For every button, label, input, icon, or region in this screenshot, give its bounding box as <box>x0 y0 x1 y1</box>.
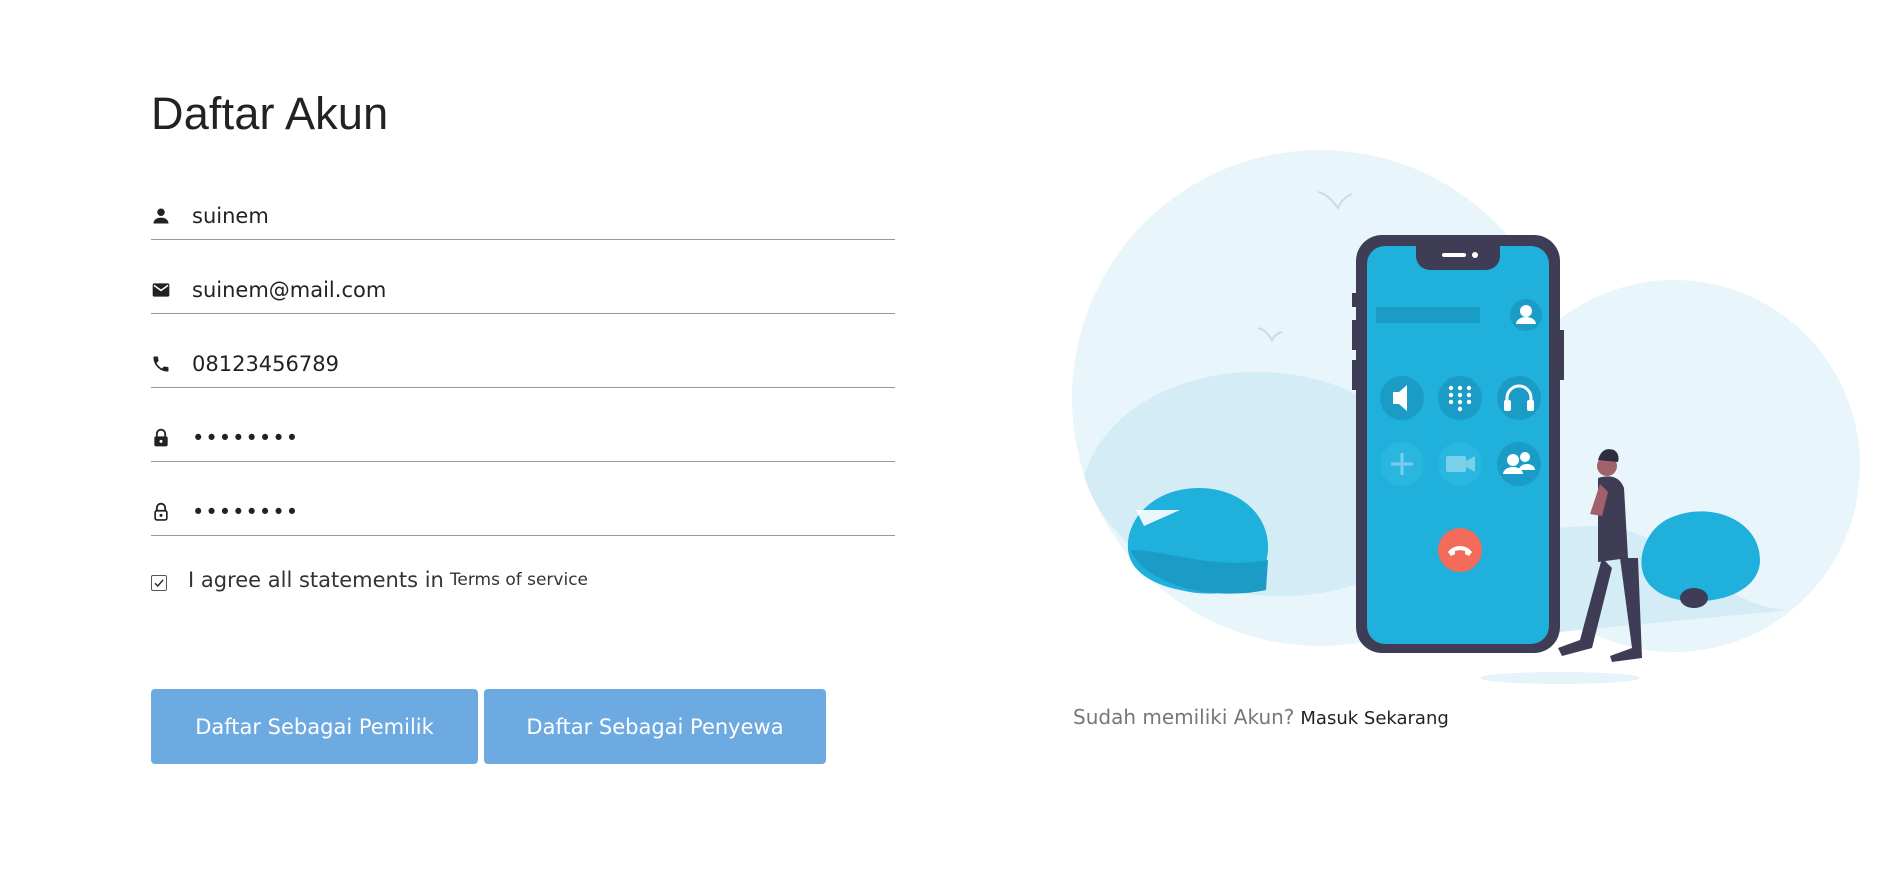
keypad-icon <box>1438 376 1482 420</box>
login-prompt-text: Sudah memiliki Akun? <box>1073 705 1295 729</box>
person-icon <box>151 206 171 226</box>
phone-side-button <box>1560 330 1564 380</box>
lock-open-icon <box>151 502 171 522</box>
headphones-icon <box>1497 376 1541 420</box>
ground-shadow <box>1480 672 1640 684</box>
phone-field-row <box>151 340 895 388</box>
login-prompt: Sudah memiliki Akun? Masuk Sekarang <box>1073 705 1449 729</box>
password-field-row <box>151 414 895 462</box>
confirm-password-input[interactable] <box>192 491 895 532</box>
agree-row: I agree all statements in Terms of servi… <box>151 568 588 592</box>
phone-call-illustration <box>1072 150 1860 684</box>
name-field-row <box>151 192 895 240</box>
email-field-row <box>151 266 895 314</box>
phone-side-button <box>1352 360 1356 390</box>
lock-icon <box>151 428 171 448</box>
mail-icon <box>151 280 171 300</box>
agree-checkbox[interactable] <box>151 575 167 591</box>
register-form: Daftar Akun I agree all statem <box>151 0 895 876</box>
phone-input[interactable] <box>192 343 895 384</box>
email-input[interactable] <box>192 269 895 310</box>
phone-side-button <box>1352 320 1356 350</box>
phone-icon <box>151 354 171 374</box>
terms-of-service-link[interactable]: Terms of service <box>450 570 588 590</box>
confirm-password-field-row <box>151 488 895 536</box>
caller-name-bar <box>1376 307 1480 323</box>
phone-notch <box>1416 246 1500 270</box>
agree-label: I agree all statements in <box>188 568 444 592</box>
password-input[interactable] <box>192 417 895 458</box>
register-owner-button[interactable]: Daftar Sebagai Pemilik <box>151 689 478 764</box>
login-link[interactable]: Masuk Sekarang <box>1300 708 1448 729</box>
name-input[interactable] <box>192 195 895 236</box>
bush-right-shadow <box>1680 588 1708 608</box>
phone-side-button <box>1352 293 1356 307</box>
page-title: Daftar Akun <box>151 88 389 139</box>
register-renter-button[interactable]: Daftar Sebagai Penyewa <box>484 689 826 764</box>
contacts-icon <box>1497 442 1541 486</box>
bush-right <box>1641 511 1760 602</box>
